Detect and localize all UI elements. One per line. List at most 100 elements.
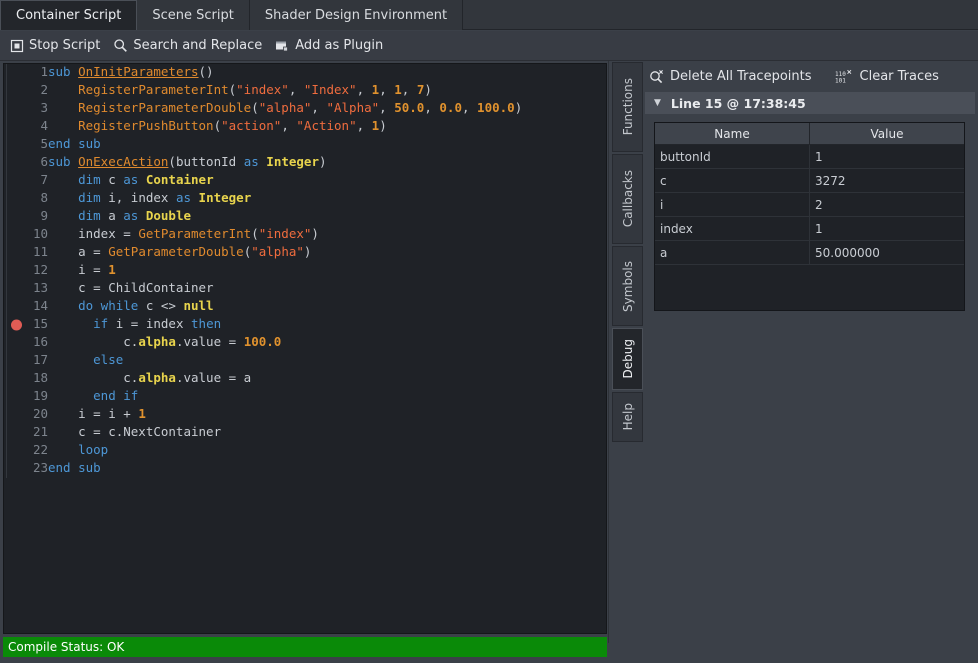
- delete-all-tracepoints-button[interactable]: Delete All Tracepoints: [645, 67, 821, 86]
- code-line[interactable]: 7 dim c as Container: [4, 172, 606, 190]
- code-text[interactable]: a = GetParameterDouble("alpha"): [48, 244, 606, 262]
- code-line[interactable]: 16 c.alpha.value = 100.0: [4, 334, 606, 352]
- line-number-gutter[interactable]: 10: [4, 226, 48, 244]
- code-line[interactable]: 20 i = i + 1: [4, 406, 606, 424]
- code-text[interactable]: end sub: [48, 136, 606, 154]
- line-number-gutter[interactable]: 17: [4, 352, 48, 370]
- code-text[interactable]: i = 1: [48, 262, 606, 280]
- code-text[interactable]: sub OnExecAction(buttonId as Integer): [48, 154, 606, 172]
- code-token: OnInitParameters: [78, 64, 198, 79]
- table-row[interactable]: i2: [655, 193, 964, 217]
- code-text[interactable]: RegisterParameterInt("index", "Index", 1…: [48, 82, 606, 100]
- side-tab-symbols[interactable]: Symbols: [612, 246, 643, 326]
- line-number-gutter[interactable]: 6: [4, 154, 48, 172]
- tab-shader-design-environment[interactable]: Shader Design Environment: [250, 0, 463, 30]
- code-token: as: [176, 190, 191, 205]
- line-number-gutter[interactable]: 1: [4, 64, 48, 82]
- chevron-down-icon[interactable]: ▼: [654, 99, 661, 108]
- code-line[interactable]: 14 do while c <> null: [4, 298, 606, 316]
- line-number-gutter[interactable]: 2: [4, 82, 48, 100]
- code-text[interactable]: c.alpha.value = 100.0: [48, 334, 606, 352]
- code-line[interactable]: 12 i = 1: [4, 262, 606, 280]
- stop-script-button[interactable]: Stop Script: [6, 37, 109, 55]
- code-line[interactable]: 19 end if: [4, 388, 606, 406]
- code-text[interactable]: c.alpha.value = a: [48, 370, 606, 388]
- line-number-gutter[interactable]: 20: [4, 406, 48, 424]
- code-line[interactable]: 1sub OnInitParameters(): [4, 64, 606, 82]
- table-row[interactable]: index1: [655, 217, 964, 241]
- line-number-gutter[interactable]: 8: [4, 190, 48, 208]
- code-line[interactable]: 21 c = c.NextContainer: [4, 424, 606, 442]
- line-number-gutter[interactable]: 23: [4, 460, 48, 478]
- code-text[interactable]: i = i + 1: [48, 406, 606, 424]
- clear-traces-button[interactable]: 110 101 Clear Traces: [831, 67, 948, 86]
- code-text[interactable]: RegisterParameterDouble("alpha", "Alpha"…: [48, 100, 606, 118]
- code-text[interactable]: c = c.NextContainer: [48, 424, 606, 442]
- line-number-gutter[interactable]: 13: [4, 280, 48, 298]
- search-and-replace-button[interactable]: Search and Replace: [109, 36, 271, 55]
- code-text[interactable]: index = GetParameterInt("index"): [48, 226, 606, 244]
- code-line[interactable]: 2 RegisterParameterInt("index", "Index",…: [4, 82, 606, 100]
- code-line[interactable]: 3 RegisterParameterDouble("alpha", "Alph…: [4, 100, 606, 118]
- column-header-name[interactable]: Name: [655, 123, 810, 145]
- line-number-gutter[interactable]: 9: [4, 208, 48, 226]
- code-text[interactable]: end if: [48, 388, 606, 406]
- code-line[interactable]: 9 dim a as Double: [4, 208, 606, 226]
- trace-group-header[interactable]: ▼ Line 15 @ 17:38:45: [645, 92, 975, 114]
- column-header-value[interactable]: Value: [810, 123, 965, 145]
- code-text[interactable]: dim a as Double: [48, 208, 606, 226]
- code-line[interactable]: 22 loop: [4, 442, 606, 460]
- line-number-gutter[interactable]: 22: [4, 442, 48, 460]
- line-number-gutter[interactable]: 12: [4, 262, 48, 280]
- code-line[interactable]: 17 else: [4, 352, 606, 370]
- side-tab-callbacks[interactable]: Callbacks: [612, 154, 643, 244]
- add-as-plugin-button[interactable]: Add as Plugin: [271, 37, 392, 55]
- tab-scene-script[interactable]: Scene Script: [137, 0, 249, 30]
- table-row[interactable]: a50.000000: [655, 241, 964, 265]
- code-text[interactable]: if i = index then: [48, 316, 606, 334]
- line-number-gutter[interactable]: 5: [4, 136, 48, 154]
- line-number-gutter[interactable]: 21: [4, 424, 48, 442]
- line-number-gutter[interactable]: 14: [4, 298, 48, 316]
- code-lines: 1sub OnInitParameters()2 RegisterParamet…: [4, 64, 606, 478]
- code-token: as: [244, 154, 259, 169]
- code-line[interactable]: 4 RegisterPushButton("action", "Action",…: [4, 118, 606, 136]
- line-number-gutter[interactable]: 4: [4, 118, 48, 136]
- table-row[interactable]: c3272: [655, 169, 964, 193]
- code-text[interactable]: end sub: [48, 460, 606, 478]
- code-line[interactable]: 10 index = GetParameterInt("index"): [4, 226, 606, 244]
- code-text[interactable]: RegisterPushButton("action", "Action", 1…: [48, 118, 606, 136]
- code-line[interactable]: 8 dim i, index as Integer: [4, 190, 606, 208]
- code-text[interactable]: loop: [48, 442, 606, 460]
- code-line[interactable]: 11 a = GetParameterDouble("alpha"): [4, 244, 606, 262]
- line-number-gutter[interactable]: 11: [4, 244, 48, 262]
- table-row[interactable]: buttonId1: [655, 145, 964, 169]
- side-tab-debug[interactable]: Debug: [612, 328, 643, 390]
- line-number-gutter[interactable]: 16: [4, 334, 48, 352]
- code-text[interactable]: else: [48, 352, 606, 370]
- code-text[interactable]: c = ChildContainer: [48, 280, 606, 298]
- line-number-gutter[interactable]: 19: [4, 388, 48, 406]
- side-tab-functions[interactable]: Functions: [612, 62, 643, 152]
- line-number: 1: [40, 64, 48, 79]
- code-text[interactable]: dim c as Container: [48, 172, 606, 190]
- code-text[interactable]: dim i, index as Integer: [48, 190, 606, 208]
- code-line[interactable]: 13 c = ChildContainer: [4, 280, 606, 298]
- code-line[interactable]: 6sub OnExecAction(buttonId as Integer): [4, 154, 606, 172]
- tab-container-script[interactable]: Container Script: [0, 0, 137, 30]
- code-line[interactable]: 23end sub: [4, 460, 606, 478]
- line-number-gutter[interactable]: 3: [4, 100, 48, 118]
- code-text[interactable]: sub OnInitParameters(): [48, 64, 606, 82]
- code-text[interactable]: do while c <> null: [48, 298, 606, 316]
- gutter-divider: [6, 334, 7, 352]
- line-number-gutter[interactable]: 18: [4, 370, 48, 388]
- code-line[interactable]: 18 c.alpha.value = a: [4, 370, 606, 388]
- code-line[interactable]: 15 if i = index then: [4, 316, 606, 334]
- code-token: [191, 190, 199, 205]
- breakpoint-marker-icon[interactable]: [11, 320, 22, 331]
- line-number-gutter[interactable]: 7: [4, 172, 48, 190]
- code-editor[interactable]: 1sub OnInitParameters()2 RegisterParamet…: [3, 63, 607, 634]
- side-tab-help[interactable]: Help: [612, 392, 643, 442]
- line-number-gutter[interactable]: 15: [4, 316, 48, 334]
- code-line[interactable]: 5end sub: [4, 136, 606, 154]
